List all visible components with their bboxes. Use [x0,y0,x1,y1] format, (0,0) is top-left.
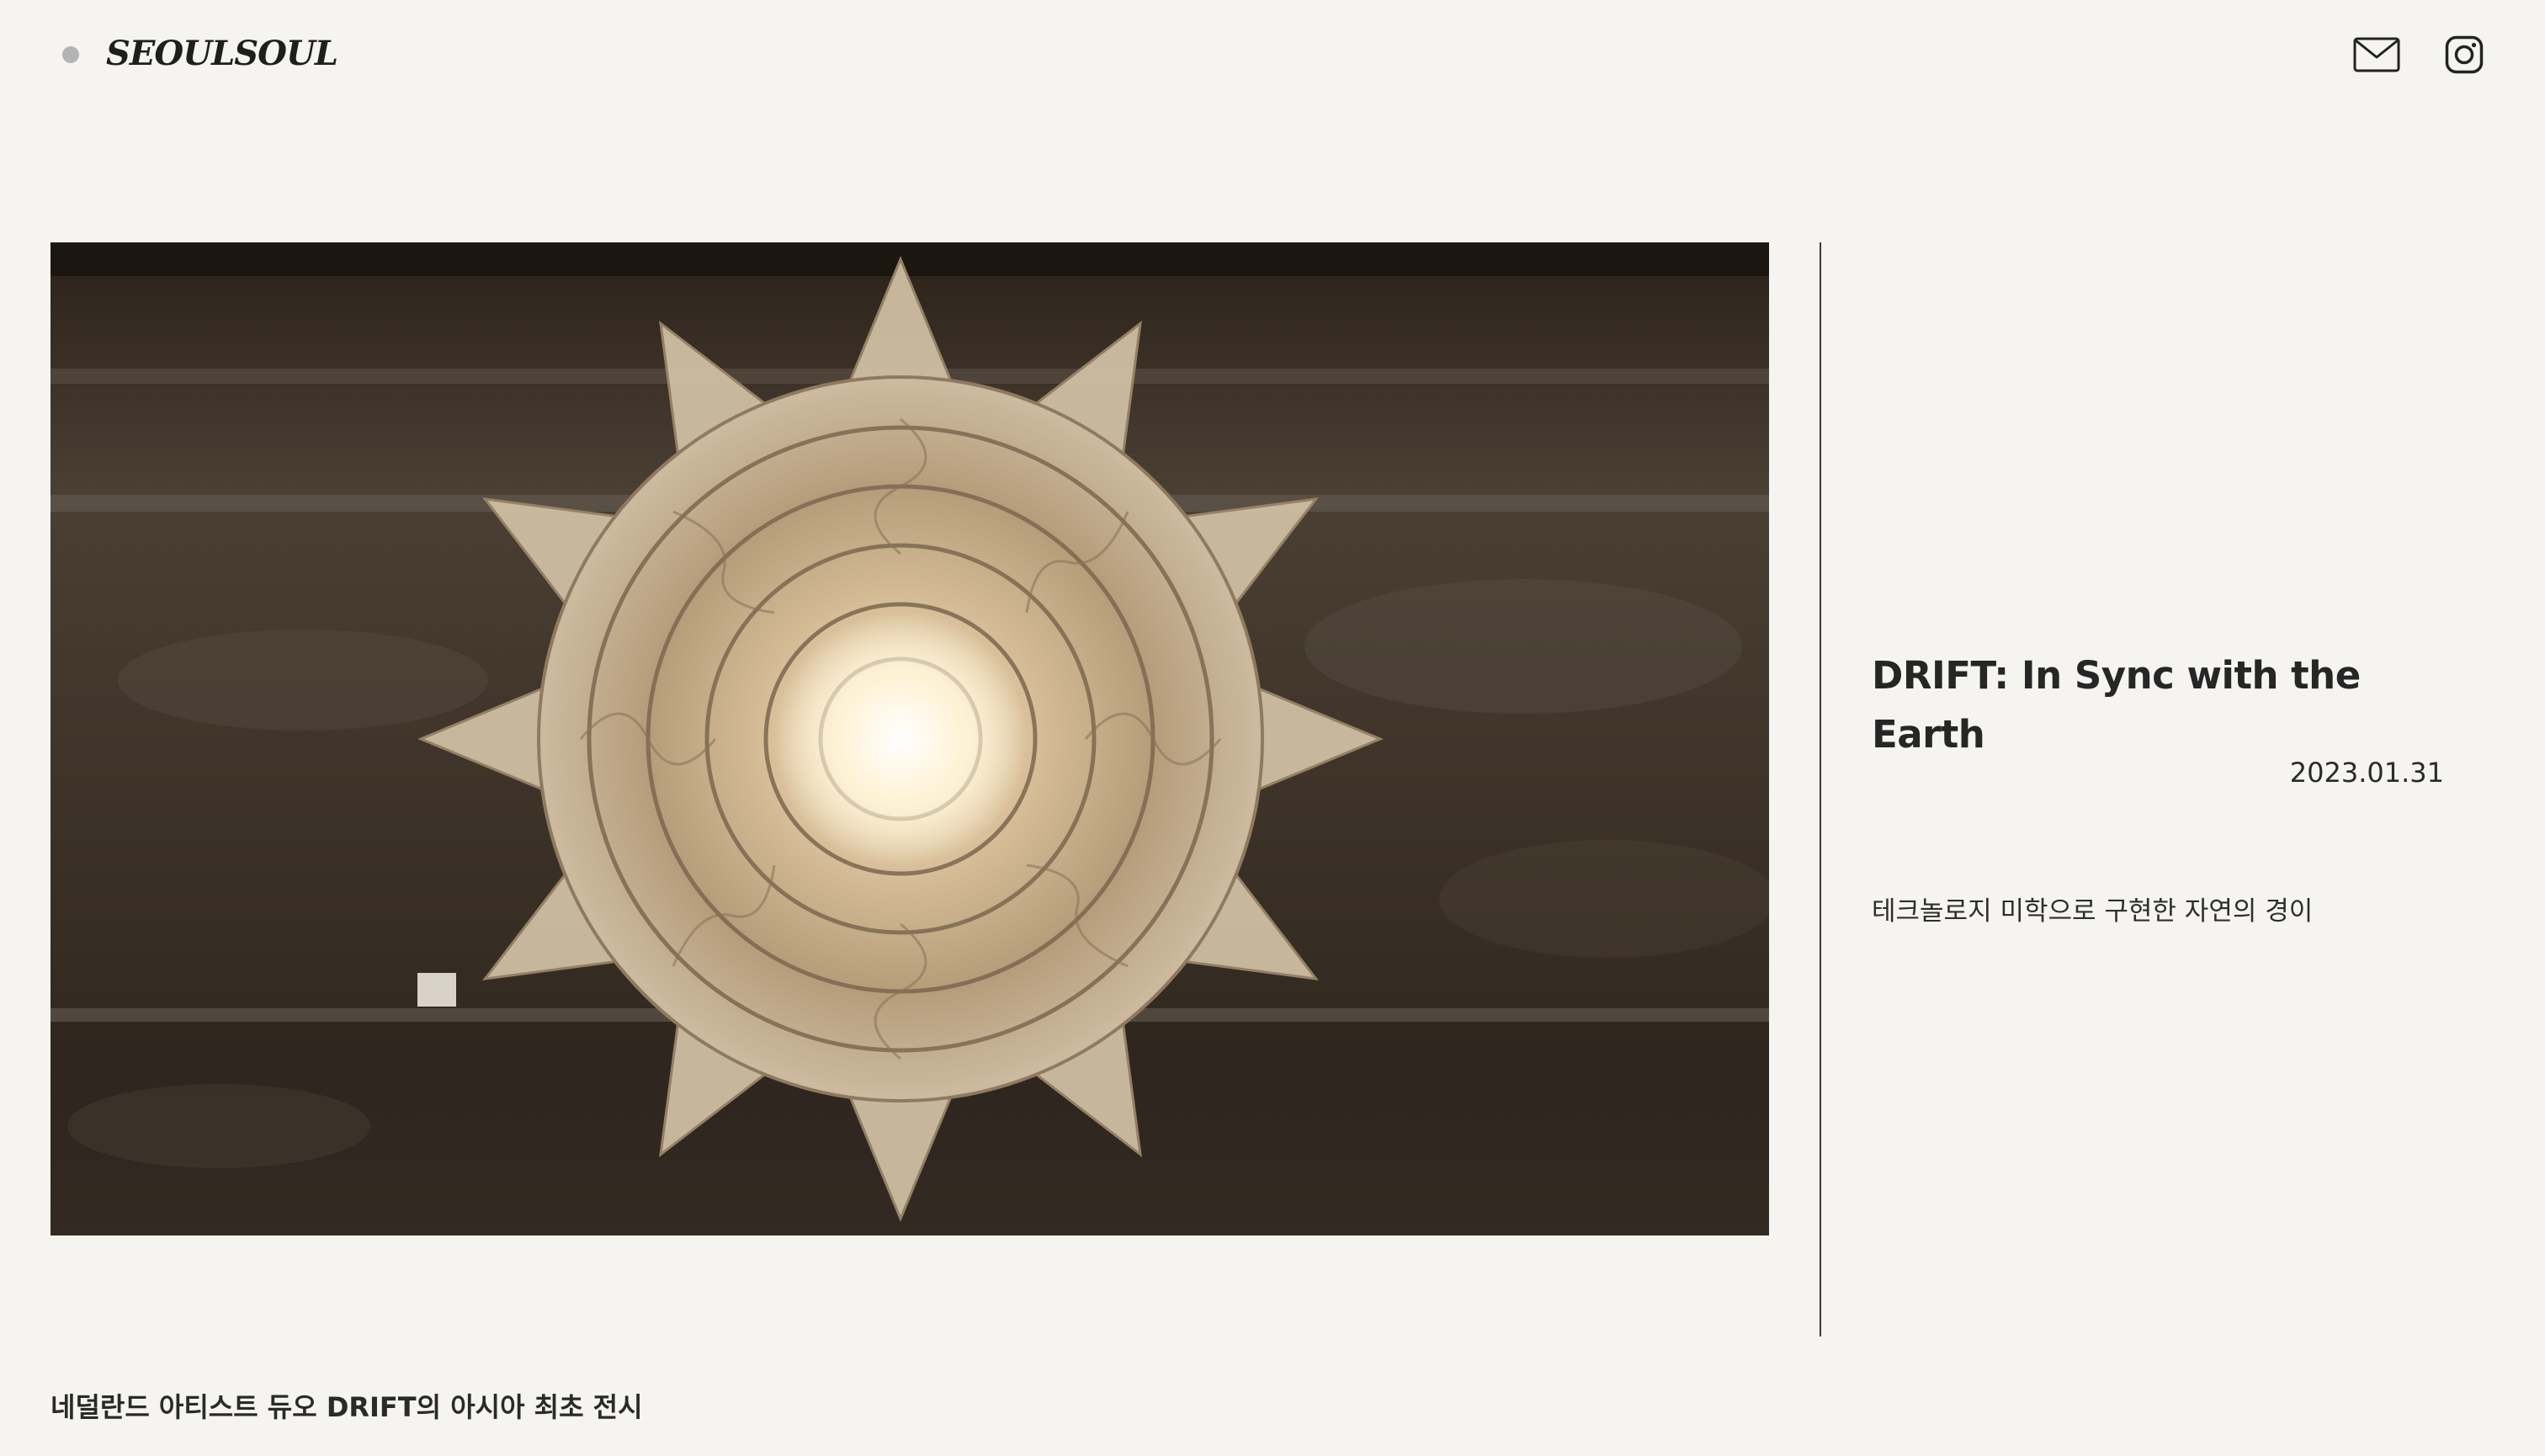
site-logo[interactable]: SEOULSOUL [106,30,338,77]
instagram-button[interactable] [2439,32,2489,77]
page: SEOULSOUL DRIFT: In Sync with the Earth … [0,0,2545,1456]
article-date: 2023.01.31 [2289,757,2444,789]
menu-dot-icon[interactable] [62,46,79,63]
instagram-icon [2445,35,2484,74]
mail-icon [2353,37,2400,72]
flower-sculpture-illustration [50,242,1769,1235]
hero-image[interactable] [50,242,1769,1235]
article-caption: 네덜란드 아티스트 듀오 DRIFT의 아시아 최초 전시 [50,1391,643,1423]
vertical-divider [1820,242,1821,1336]
article-subtitle: 테크놀로지 미학으로 구현한 자연의 경이 [1872,896,2314,927]
article-title[interactable]: DRIFT: In Sync with the Earth [1872,646,2478,764]
mail-button[interactable] [2351,32,2402,77]
